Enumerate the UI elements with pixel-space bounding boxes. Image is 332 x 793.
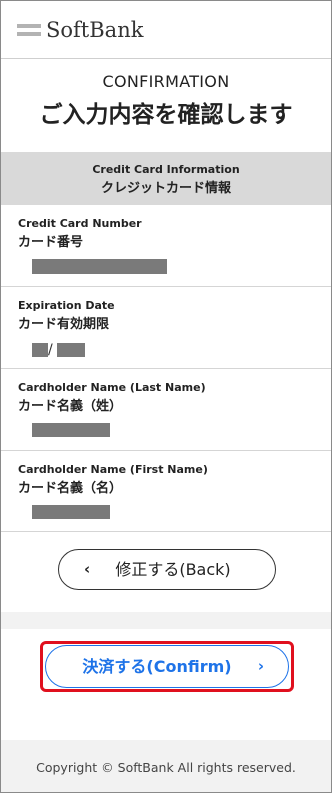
copyright-text: Copyright © SoftBank All rights reserved… xyxy=(36,760,296,775)
field-label-ja: カード名義（姓） xyxy=(18,399,123,414)
section-divider xyxy=(1,612,331,629)
masked-exp-year xyxy=(57,343,85,357)
section-title-ja: クレジットカード情報 xyxy=(100,181,231,196)
page-title-en: CONFIRMATION xyxy=(102,72,230,91)
field-label-ja: カード番号 xyxy=(18,235,84,250)
page-frame: SoftBank CONFIRMATION ご入力内容を確認します Credit… xyxy=(0,0,332,793)
chevron-right-icon: › xyxy=(257,657,264,675)
page-titles: CONFIRMATION ご入力内容を確認します xyxy=(1,71,331,131)
site-footer: Copyright © SoftBank All rights reserved… xyxy=(1,740,331,792)
site-header: SoftBank xyxy=(1,1,331,59)
softbank-logo-icon xyxy=(17,20,41,40)
softbank-logo: SoftBank xyxy=(17,17,143,43)
field-label-ja: カード有効期限 xyxy=(18,317,110,332)
back-button-label: 修正する(Back) xyxy=(115,560,231,579)
back-button[interactable]: ‹ 修正する(Back) xyxy=(58,549,276,590)
masked-last-name xyxy=(32,423,110,437)
confirm-button[interactable]: 決済する(Confirm) › xyxy=(45,645,289,688)
field-label-en: Credit Card Number xyxy=(18,217,142,230)
field-label-ja: カード名義（名） xyxy=(18,481,123,496)
field-label-en: Cardholder Name (First Name) xyxy=(18,463,208,476)
masked-exp-month xyxy=(32,343,48,357)
page-title-ja: ご入力内容を確認します xyxy=(39,102,293,128)
field-cardholder-last-name: Cardholder Name (Last Name) カード名義（姓） xyxy=(1,369,331,451)
confirm-button-label: 決済する(Confirm) xyxy=(82,657,232,676)
section-header-credit-card: Credit Card Information クレジットカード情報 xyxy=(1,152,331,205)
masked-card-number xyxy=(32,259,167,274)
field-expiration-date: Expiration Date カード有効期限 / xyxy=(1,287,331,369)
section-title-en: Credit Card Information xyxy=(92,163,240,176)
field-label-en: Expiration Date xyxy=(18,299,115,312)
field-label-en: Cardholder Name (Last Name) xyxy=(18,381,206,394)
date-separator: / xyxy=(48,342,53,358)
logo-text: SoftBank xyxy=(46,18,144,42)
field-card-number: Credit Card Number カード番号 xyxy=(1,205,331,287)
masked-first-name xyxy=(32,505,110,519)
field-cardholder-first-name: Cardholder Name (First Name) カード名義（名） xyxy=(1,451,331,532)
